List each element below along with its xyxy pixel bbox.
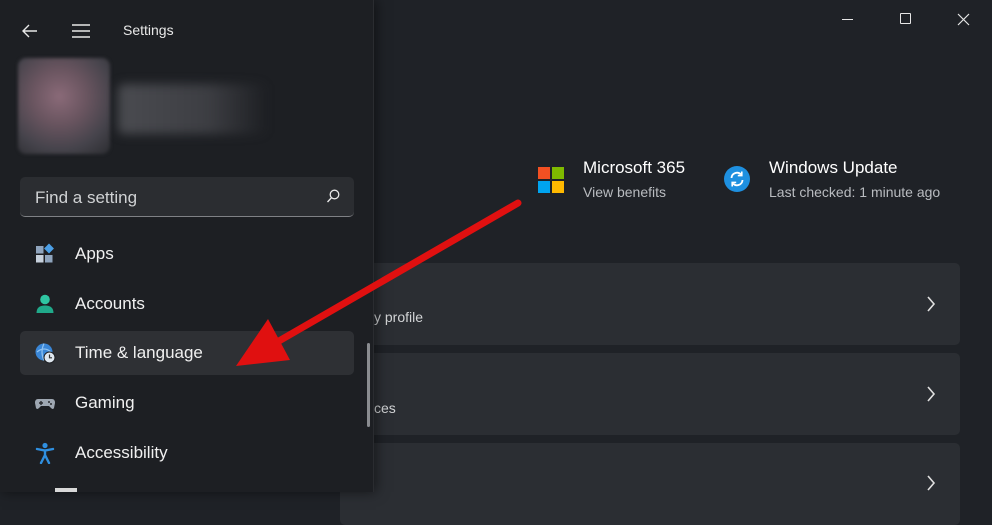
windows-update-icon <box>724 166 750 192</box>
windows-update-card[interactable]: Windows Update Last checked: 1 minute ag… <box>724 158 940 201</box>
sidebar-item-label: Time & language <box>75 343 203 362</box>
sidebar-item-time-language[interactable]: Time & language <box>20 331 354 375</box>
gaming-icon <box>35 399 55 409</box>
chevron-right-icon <box>927 475 936 491</box>
app-title: Settings <box>123 22 174 38</box>
search-box[interactable] <box>20 177 354 217</box>
nav-scrollbar[interactable] <box>367 343 370 427</box>
microsoft-365-title: Microsoft 365 <box>583 158 686 177</box>
chevron-right-icon <box>927 296 936 312</box>
search-icon[interactable] <box>326 189 340 204</box>
row-devices-text: ces <box>374 400 396 416</box>
windows-update-subtitle: Last checked: 1 minute ago <box>769 184 941 200</box>
microsoft-logo-icon <box>538 167 564 193</box>
settings-row-profile[interactable]: y profile <box>340 263 960 345</box>
apps-icon <box>36 243 54 263</box>
sidebar-item-label: Accessibility <box>75 443 168 462</box>
microsoft-365-subtitle: View benefits <box>583 184 667 200</box>
chevron-right-icon <box>927 386 936 402</box>
windows-update-title: Windows Update <box>769 158 898 177</box>
window-controls <box>818 0 992 40</box>
sidebar-item-accounts[interactable]: Accounts <box>20 282 354 326</box>
user-name-blurred <box>118 84 268 134</box>
back-button[interactable] <box>18 20 42 42</box>
close-icon <box>957 13 970 26</box>
menu-button[interactable] <box>69 20 93 42</box>
back-arrow-icon <box>22 24 37 38</box>
sidebar-item-label: Accounts <box>75 294 145 313</box>
hamburger-menu-icon <box>72 24 90 38</box>
time-language-icon <box>35 343 56 364</box>
accounts-icon <box>36 294 54 313</box>
microsoft-365-card[interactable]: Microsoft 365 View benefits <box>538 158 685 201</box>
sidebar-item-label: Apps <box>75 244 114 263</box>
user-avatar[interactable] <box>18 58 110 154</box>
maximize-button[interactable] <box>876 0 934 40</box>
sidebar-item-apps[interactable]: Apps <box>20 232 354 276</box>
close-button[interactable] <box>934 0 992 40</box>
title-bar: Settings <box>0 0 373 62</box>
sidebar-item-accessibility[interactable]: Accessibility <box>20 431 354 475</box>
accessibility-icon <box>35 442 55 464</box>
settings-row-third[interactable] <box>340 443 960 525</box>
minimize-button[interactable] <box>818 0 876 40</box>
sidebar-item-label: Gaming <box>75 393 135 412</box>
settings-row-devices[interactable]: ces <box>340 353 960 435</box>
row-profile-text: y profile <box>374 309 424 325</box>
next-item-icon-partial <box>55 488 77 492</box>
sidebar-item-gaming[interactable]: Gaming <box>20 381 354 425</box>
navigation-pane: Settings Apps Accounts Time & language <box>0 0 374 492</box>
search-input[interactable] <box>33 186 307 210</box>
